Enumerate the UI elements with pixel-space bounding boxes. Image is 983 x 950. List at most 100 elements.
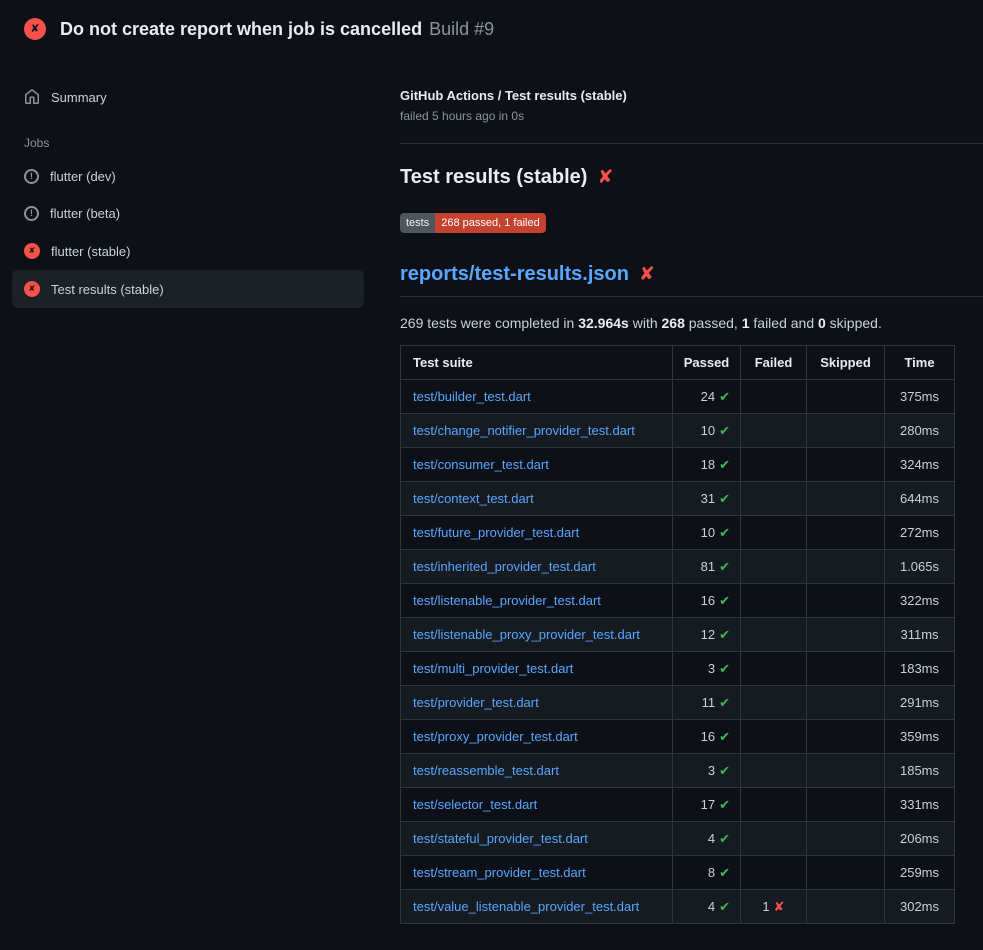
passed-count: 16	[701, 729, 715, 744]
report-file-link[interactable]: reports/test-results.json	[400, 263, 629, 286]
table-row: test/future_provider_test.dart10✔272ms	[401, 516, 955, 550]
time-cell: 359ms	[885, 720, 955, 754]
suite-link[interactable]: test/stateful_provider_test.dart	[413, 831, 588, 846]
table-row: test/multi_provider_test.dart3✔183ms	[401, 652, 955, 686]
summary-text: 269 tests were completed in 32.964s with…	[400, 315, 983, 331]
table-row: test/context_test.dart31✔644ms	[401, 482, 955, 516]
passed-cell: 3✔	[673, 652, 741, 686]
failed-cell	[741, 754, 807, 788]
sidebar: Summary Jobs ! flutter (dev) ! flutter (…	[0, 58, 376, 308]
suite-link[interactable]: test/context_test.dart	[413, 491, 534, 506]
github-checks-page: ✘ Do not create report when job is cance…	[0, 0, 983, 950]
table-row: test/proxy_provider_test.dart 16✔ 359ms	[401, 720, 955, 754]
suite-cell: test/listenable_proxy_provider_test.dart	[401, 618, 673, 652]
skipped-cell	[807, 414, 885, 448]
sidebar-item-flutter-beta[interactable]: ! flutter (beta)	[12, 195, 364, 232]
time-cell: 302ms	[885, 890, 955, 924]
suite-link[interactable]: test/listenable_provider_test.dart	[413, 593, 601, 608]
sidebar-job-label: Test results (stable)	[51, 282, 164, 297]
time-cell: 1.065s	[885, 550, 955, 584]
passed-cell: 18 ✔	[673, 448, 741, 482]
breadcrumb: GitHub Actions / Test results (stable)	[400, 88, 983, 103]
skipped-cell	[807, 686, 885, 720]
passed-cell: 8✔	[673, 856, 741, 890]
suite-link[interactable]: test/inherited_provider_test.dart	[413, 559, 596, 574]
suite-link[interactable]: test/consumer_test.dart	[413, 457, 549, 472]
suite-cell: test/stream_provider_test.dart	[401, 856, 673, 890]
time-cell: 185ms	[885, 754, 955, 788]
sidebar-item-test-results-stable[interactable]: ✘ Test results (stable)	[12, 270, 364, 308]
suite-cell: test/change_notifier_provider_test.dart	[401, 414, 673, 448]
table-row: test/listenable_proxy_provider_test.dart…	[401, 618, 955, 652]
suite-cell: test/reassemble_test.dart	[401, 754, 673, 788]
passed-count: 8	[708, 865, 715, 880]
check-icon: ✔	[719, 457, 730, 472]
passed-cell: 3✔	[673, 754, 741, 788]
passed-count: 10	[701, 423, 715, 438]
time-cell: 291ms	[885, 686, 955, 720]
badge-status: 268 passed, 1 failed	[435, 213, 545, 233]
sidebar-item-flutter-dev[interactable]: ! flutter (dev)	[12, 158, 364, 195]
table-header-row: Test suite Passed Failed Skipped Time	[401, 346, 955, 380]
sidebar-item-flutter-stable[interactable]: ✘ flutter (stable)	[12, 232, 364, 270]
summary-part: passed,	[685, 315, 742, 331]
suite-link[interactable]: test/builder_test.dart	[413, 389, 531, 404]
table-row: test/listenable_provider_test.dart 16✔ 322…	[401, 584, 955, 618]
passed-count: 31	[701, 491, 715, 506]
run-failed-icon: ✘	[24, 18, 46, 40]
failed-cell	[741, 856, 807, 890]
passed-cell: 24✔	[673, 380, 741, 414]
suite-cell: test/multi_provider_test.dart	[401, 652, 673, 686]
suite-cell: test/proxy_provider_test.dart	[401, 720, 673, 754]
section-heading-text: Test results (stable)	[400, 166, 587, 189]
suite-cell: test/selector_test.dart	[401, 788, 673, 822]
column-header-time: Time	[885, 346, 955, 380]
check-icon: ✔	[719, 525, 730, 540]
test-results-table-body: test/builder_test.dart24✔375mstest/chang…	[401, 380, 955, 924]
suite-link[interactable]: test/listenable_proxy_provider_test.dart	[413, 627, 640, 642]
check-icon: ✔	[719, 661, 730, 676]
check-icon: ✔	[719, 423, 730, 438]
home-icon	[24, 89, 40, 105]
suite-link[interactable]: test/change_notifier_provider_test.dart	[413, 423, 635, 438]
suite-link[interactable]: test/selector_test.dart	[413, 797, 537, 812]
passed-count: 4	[708, 899, 715, 914]
report-heading: reports/test-results.json ✘	[400, 263, 983, 297]
table-row: test/stateful_provider_test.dart4✔206ms	[401, 822, 955, 856]
passed-cell: 81✔	[673, 550, 741, 584]
failed-x-icon: ✘	[597, 168, 613, 187]
main-content: GitHub Actions / Test results (stable) f…	[376, 58, 983, 924]
failed-count: 1	[762, 899, 769, 914]
suite-link[interactable]: test/future_provider_test.dart	[413, 525, 579, 540]
column-header-passed: Passed	[673, 346, 741, 380]
suite-link[interactable]: test/value_listenable_provider_test.dart	[413, 899, 639, 914]
table-row: test/inherited_provider_test.dart 81✔ 1.06…	[401, 550, 955, 584]
table-row: test/provider_test.dart 11✔ 291ms	[401, 686, 955, 720]
skipped-cell	[807, 652, 885, 686]
sidebar-job-label: flutter (beta)	[50, 206, 120, 221]
sidebar-item-summary[interactable]: Summary	[12, 78, 364, 116]
suite-link[interactable]: test/reassemble_test.dart	[413, 763, 559, 778]
suite-link[interactable]: test/provider_test.dart	[413, 695, 539, 710]
passed-count: 18	[701, 457, 715, 472]
passed-cell: 16✔	[673, 584, 741, 618]
column-header-test-suite: Test suite	[401, 346, 673, 380]
table-row: test/value_listenable_provider_test.dart…	[401, 890, 955, 924]
skipped-cell	[807, 448, 885, 482]
check-icon: ✔	[719, 627, 730, 642]
skipped-cell	[807, 516, 885, 550]
passed-cell: 11✔	[673, 686, 741, 720]
suite-link[interactable]: test/proxy_provider_test.dart	[413, 729, 578, 744]
passed-count: 10	[701, 525, 715, 540]
time-cell: 322ms	[885, 584, 955, 618]
divider	[400, 143, 983, 144]
suite-link[interactable]: test/stream_provider_test.dart	[413, 865, 586, 880]
suite-link[interactable]: test/multi_provider_test.dart	[413, 661, 573, 676]
failed-cell	[741, 482, 807, 516]
failed-cell	[741, 414, 807, 448]
time-cell: 324ms	[885, 448, 955, 482]
skipped-cell	[807, 482, 885, 516]
section-heading: Test results (stable) ✘	[400, 166, 983, 189]
time-cell: 311ms	[885, 618, 955, 652]
passed-cell: 16✔	[673, 720, 741, 754]
